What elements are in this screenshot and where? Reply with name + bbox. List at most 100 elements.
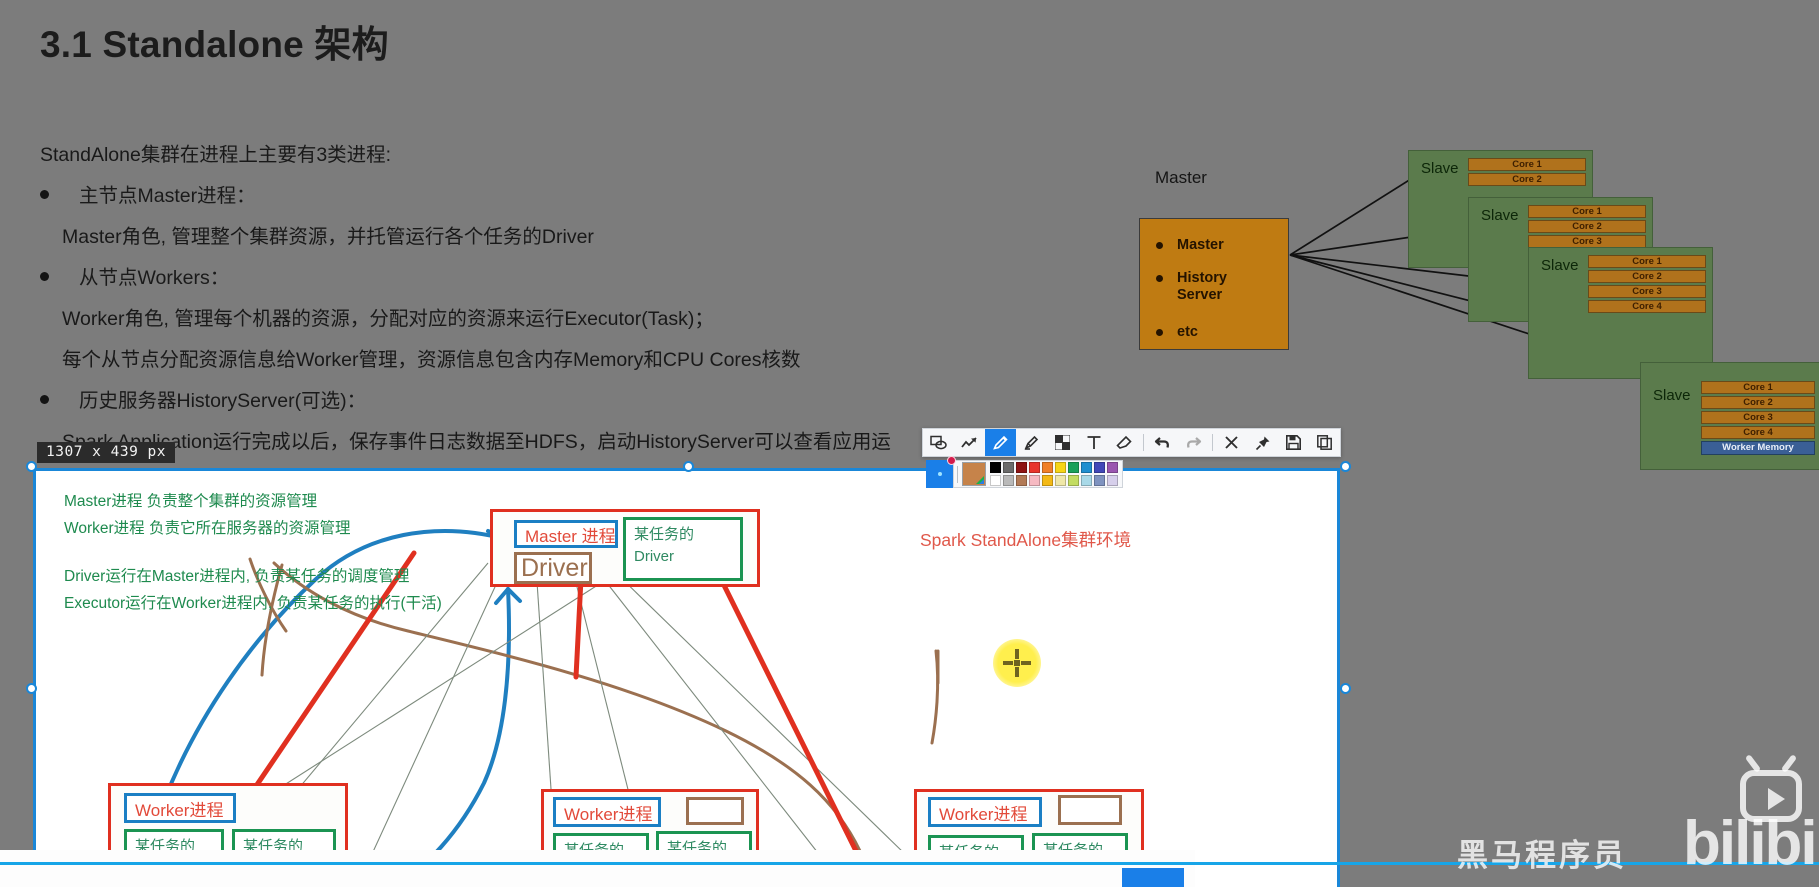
copy-icon[interactable] xyxy=(1309,429,1340,456)
color-swatch[interactable] xyxy=(1068,462,1079,473)
recording-badge-icon xyxy=(947,456,956,465)
annotation-note: Driver运行在Master进程内, 负责某任务的调度管理 xyxy=(64,568,410,585)
mosaic-icon[interactable] xyxy=(1047,429,1078,456)
bullet-dot-icon xyxy=(1156,242,1163,249)
color-swatch-grid[interactable] xyxy=(990,462,1118,486)
intro-line: StandAlone集群在进程上主要有3类进程: xyxy=(40,144,392,166)
color-swatch[interactable] xyxy=(1055,475,1066,486)
resize-handle-middle-right[interactable] xyxy=(1340,683,1351,694)
bullet-dot-icon xyxy=(1156,329,1163,336)
master-item-label: Master xyxy=(1177,237,1224,253)
pen-icon[interactable] xyxy=(985,429,1016,456)
color-swatch[interactable] xyxy=(990,462,1001,473)
marker-icon[interactable] xyxy=(1016,429,1047,456)
color-swatch[interactable] xyxy=(1003,475,1014,486)
slave-core-list: Core 1 Core 2 xyxy=(1468,158,1586,188)
slave-core-list: Core 1 Core 2 Core 3 Core 4 Worker Memor… xyxy=(1701,381,1815,455)
resize-handle-top-left[interactable] xyxy=(26,461,37,472)
resize-handle-top-center[interactable] xyxy=(683,461,694,472)
screen: 3.1 Standalone 架构 StandAlone集群在进程上主要有3类进… xyxy=(0,0,1819,887)
color-swatch[interactable] xyxy=(1029,462,1040,473)
annotation-note: Master进程 负责整个集群的资源管理 xyxy=(64,493,318,510)
bullet-dot-icon xyxy=(40,395,49,404)
text-icon[interactable] xyxy=(1078,429,1109,456)
save-icon[interactable] xyxy=(1278,429,1309,456)
brush-size-dot-icon xyxy=(937,472,942,476)
core-item: Core 4 xyxy=(1701,426,1815,439)
bullet-item: 主节点Master进程： xyxy=(40,176,1040,217)
bullet-dot-icon xyxy=(40,272,49,281)
color-swatch[interactable] xyxy=(1068,475,1079,486)
color-swatch[interactable] xyxy=(1094,475,1105,486)
shape-icon[interactable] xyxy=(923,429,954,456)
annotation-toolbar[interactable] xyxy=(922,428,1341,457)
palette-divider xyxy=(957,465,958,483)
move-crosshair-icon xyxy=(1003,649,1031,677)
capture-frame[interactable]: Master进程 负责整个集群的资源管理 Worker进程 负责它所在服务器的资… xyxy=(33,468,1340,887)
diagram-slave-box: Slave Core 1 Core 2 Core 3 Core 4 xyxy=(1528,247,1713,379)
color-swatch[interactable] xyxy=(1094,462,1105,473)
color-swatch[interactable] xyxy=(1042,475,1053,486)
annotation-canvas[interactable]: Master进程 负责整个集群的资源管理 Worker进程 负责它所在服务器的资… xyxy=(36,471,1337,887)
color-swatch[interactable] xyxy=(990,475,1001,486)
close-icon[interactable] xyxy=(1216,429,1247,456)
slave-core-list: Core 1 Core 2 Core 3 Core 4 xyxy=(1588,255,1706,315)
empty-brown-box xyxy=(1058,795,1122,825)
worker-process-label: Worker进程 xyxy=(553,797,661,827)
slave-label: Slave xyxy=(1653,387,1691,404)
task-driver-box: 某任务的 Driver xyxy=(623,517,743,581)
color-palette-panel[interactable] xyxy=(953,460,1123,488)
color-swatch[interactable] xyxy=(1107,475,1118,486)
captured-page-bottom-strip xyxy=(0,850,1195,887)
pin-icon[interactable] xyxy=(1247,429,1278,456)
watermark-brand: 黑马程序员 xyxy=(1457,838,1627,873)
color-palette-bar[interactable] xyxy=(926,456,1123,488)
core-item: Core 2 xyxy=(1468,173,1586,186)
slave-label: Slave xyxy=(1421,160,1459,177)
worker-process-label: Worker进程 xyxy=(928,797,1042,827)
undo-icon[interactable] xyxy=(1147,429,1178,456)
toolbar-separator xyxy=(1212,434,1213,451)
master-list-item: etc xyxy=(1140,324,1288,341)
color-swatch[interactable] xyxy=(1042,462,1053,473)
current-color-swatch[interactable] xyxy=(962,462,986,486)
task-driver-line1: 某任务的 xyxy=(634,526,695,543)
bullet-detail: 每个从节点分配资源信息给Worker管理，资源信息包含内存Memory和CPU … xyxy=(62,349,801,371)
color-swatch[interactable] xyxy=(1003,462,1014,473)
screenshot-capture-region[interactable]: 1307 x 439 px Master进程 负责整个集群的资源管理 Worke… xyxy=(26,442,1351,887)
toolbar-separator xyxy=(1143,434,1144,451)
core-item: Core 1 xyxy=(1588,255,1706,268)
color-swatch[interactable] xyxy=(1107,462,1118,473)
color-swatch[interactable] xyxy=(1081,462,1092,473)
color-swatch[interactable] xyxy=(1055,462,1066,473)
color-swatch[interactable] xyxy=(1016,462,1027,473)
bullet-detail: Worker角色, 管理每个机器的资源，分配对应的资源来运行Executor(T… xyxy=(62,308,714,330)
resize-handle-top-right[interactable] xyxy=(1340,461,1351,472)
eraser-icon[interactable] xyxy=(1109,429,1140,456)
core-item: Core 3 xyxy=(1701,411,1815,424)
worker-process-label: Worker进程 xyxy=(124,793,236,823)
color-swatch[interactable] xyxy=(1016,475,1027,486)
capture-size-badge: 1307 x 439 px xyxy=(37,442,175,463)
core-item: Core 2 xyxy=(1528,220,1646,233)
master-list-item: Master xyxy=(1140,237,1288,254)
diagram-slave-box: Slave Core 1 Core 2 Core 3 Core 4 Worker… xyxy=(1640,362,1819,470)
arrow-icon[interactable] xyxy=(954,429,985,456)
core-item: Core 1 xyxy=(1468,158,1586,171)
core-item: Core 2 xyxy=(1701,396,1815,409)
bullet-dot-icon xyxy=(1156,275,1163,282)
bullet-heading: 从节点Workers： xyxy=(79,267,230,289)
brush-size-button[interactable] xyxy=(926,456,956,488)
color-swatch[interactable] xyxy=(1081,475,1092,486)
resize-handle-middle-left[interactable] xyxy=(26,683,37,694)
pen-cursor xyxy=(993,639,1041,687)
color-swatch[interactable] xyxy=(1029,475,1040,486)
bullet-heading: 历史服务器HistoryServer(可选)： xyxy=(79,390,367,412)
slave-label: Slave xyxy=(1481,207,1519,224)
redo-icon[interactable] xyxy=(1178,429,1209,456)
bullet-item: 历史服务器HistoryServer(可选)： xyxy=(40,381,1040,422)
annotation-note: Executor运行在Worker进程内, 负责某任务的执行(干活) xyxy=(64,595,442,612)
bullet-heading: 主节点Master进程： xyxy=(79,185,256,207)
bilibili-logo-icon xyxy=(1740,770,1802,822)
annotation-note: Worker进程 负责它所在服务器的资源管理 xyxy=(64,520,351,537)
